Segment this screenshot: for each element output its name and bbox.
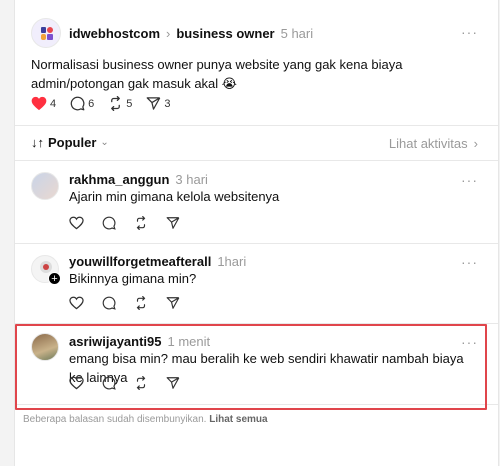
comment-button[interactable] <box>102 216 116 230</box>
send-icon <box>147 97 161 110</box>
post-topic[interactable]: business owner <box>176 26 274 41</box>
repost-icon <box>136 296 146 310</box>
repost-button[interactable] <box>134 216 148 230</box>
like-button[interactable] <box>69 216 84 230</box>
sort-dropdown[interactable]: ↓↑ Populer ⌄ <box>31 135 109 150</box>
post-author-name[interactable]: idwebhostcom <box>69 26 160 41</box>
comment-count: 6 <box>88 97 95 110</box>
heart-icon <box>69 296 84 310</box>
see-all-link[interactable]: Lihat semua <box>209 414 267 425</box>
comment-icon <box>102 376 116 390</box>
reply-author[interactable]: youwillforgetmeafterall <box>69 254 211 269</box>
reply-actions <box>69 376 194 390</box>
hidden-replies-text: Beberapa balasan sudah disembunyikan. <box>23 414 207 425</box>
reply-time: 1 menit <box>167 334 211 349</box>
reply-author[interactable]: asriwijayanti95 <box>69 334 162 349</box>
repost-button[interactable]: 5 <box>108 96 132 111</box>
activity-label: Lihat aktivitas <box>388 136 468 151</box>
send-icon <box>166 377 180 389</box>
share-button[interactable] <box>166 296 180 310</box>
divider <box>15 323 498 324</box>
post-time: 5 hari <box>280 26 314 41</box>
chevron-down-icon: ⌄ <box>100 137 109 148</box>
chevron-right-icon: › <box>473 136 478 151</box>
reply-actions <box>69 216 194 230</box>
comment-button[interactable] <box>102 376 116 390</box>
repost-button[interactable] <box>134 296 148 310</box>
sort-label: Populer <box>48 135 97 150</box>
reply-text: Bikinnya gimana min? <box>69 271 197 286</box>
send-icon <box>166 217 180 229</box>
sort-arrows-icon: ↓↑ <box>31 135 44 150</box>
like-button[interactable] <box>69 296 84 310</box>
reply-time: 3 hari <box>175 172 208 187</box>
comment-icon <box>102 296 116 310</box>
idwebhost-logo-icon <box>41 27 53 40</box>
comment-icon <box>102 216 116 230</box>
send-icon <box>166 297 180 309</box>
reply-header: asriwijayanti95 1 menit <box>69 334 210 349</box>
reply-text: Ajarin min gimana kelola websitenya <box>69 189 280 204</box>
post-more-icon[interactable]: ··· <box>461 24 478 40</box>
repost-icon <box>136 376 146 390</box>
reply-avatar[interactable] <box>31 172 59 200</box>
repost-count: 5 <box>126 97 133 110</box>
comment-button[interactable]: 6 <box>70 96 94 111</box>
comment-icon <box>70 96 85 111</box>
activity-link[interactable]: Lihat aktivitas › <box>389 136 478 151</box>
post-author-avatar[interactable] <box>31 18 61 48</box>
like-button[interactable]: 4 <box>31 96 56 111</box>
heart-icon <box>69 376 84 390</box>
heart-filled-icon <box>31 96 47 111</box>
divider <box>15 243 498 244</box>
follow-plus-icon[interactable]: + <box>48 272 61 285</box>
share-button[interactable] <box>166 376 180 390</box>
reply-time: 1hari <box>217 254 247 269</box>
post-actions: 4 6 5 3 <box>31 96 185 111</box>
share-button[interactable]: 3 <box>146 96 171 111</box>
reply-more-icon[interactable]: ··· <box>461 254 478 270</box>
divider <box>15 125 498 126</box>
divider <box>15 404 498 405</box>
repost-icon <box>111 96 121 111</box>
reply-header: rakhma_anggun 3 hari <box>69 172 208 187</box>
hidden-replies-note: Beberapa balasan sudah disembunyikan. Li… <box>23 414 268 425</box>
divider <box>15 160 498 161</box>
like-button[interactable] <box>69 376 84 390</box>
comment-button[interactable] <box>102 296 116 310</box>
thread-card: idwebhostcom › business owner 5 hari ···… <box>14 0 499 466</box>
chevron-right-icon: › <box>166 26 171 41</box>
reply-more-icon[interactable]: ··· <box>461 172 478 188</box>
reply-actions <box>69 296 194 310</box>
reply-avatar[interactable] <box>31 333 59 361</box>
share-count: 3 <box>164 97 171 110</box>
post-text: Normalisasi business owner punya website… <box>31 57 403 91</box>
share-button[interactable] <box>166 216 180 230</box>
heart-icon <box>69 216 84 230</box>
repost-button[interactable] <box>134 376 148 390</box>
post-header: idwebhostcom › business owner 5 hari <box>69 26 313 41</box>
reply-author[interactable]: rakhma_anggun <box>69 172 169 187</box>
like-count: 4 <box>50 97 57 110</box>
repost-icon <box>136 216 146 230</box>
reply-more-icon[interactable]: ··· <box>461 334 478 350</box>
reply-header: youwillforgetmeafterall 1hari <box>69 254 246 269</box>
